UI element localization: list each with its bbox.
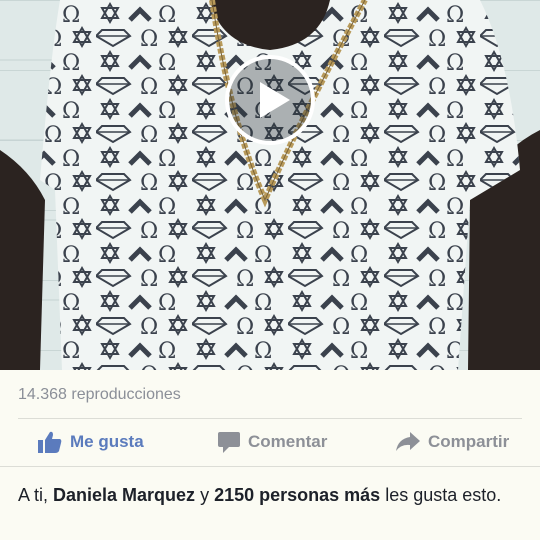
liker-name[interactable]: Daniela Marquez: [53, 485, 195, 505]
comment-label: Comentar: [248, 432, 328, 451]
like-button[interactable]: Me gusta: [38, 420, 144, 464]
like-label: Me gusta: [70, 432, 144, 451]
video-thumbnail[interactable]: Ω Ω: [0, 0, 540, 370]
likes-connector: y: [195, 485, 215, 505]
likes-summary[interactable]: A ti, Daniela Marquez y 2150 personas má…: [18, 483, 522, 507]
comment-button[interactable]: Comentar: [218, 420, 327, 464]
others-count[interactable]: 2150 personas más: [214, 485, 380, 505]
speech-bubble-icon: [218, 432, 240, 453]
divider: [18, 418, 522, 419]
play-button[interactable]: [225, 55, 315, 145]
share-arrow-icon: [396, 432, 420, 451]
share-button[interactable]: Compartir: [396, 420, 509, 464]
likes-prefix: A ti,: [18, 485, 54, 505]
divider: [0, 466, 540, 467]
video-post: Ω Ω: [0, 0, 540, 540]
thumbs-up-icon: [38, 431, 62, 453]
view-count: 14.368 reproducciones: [18, 386, 181, 403]
likes-suffix: les gusta esto.: [380, 485, 502, 505]
share-label: Compartir: [428, 432, 510, 451]
play-icon: [260, 82, 290, 118]
